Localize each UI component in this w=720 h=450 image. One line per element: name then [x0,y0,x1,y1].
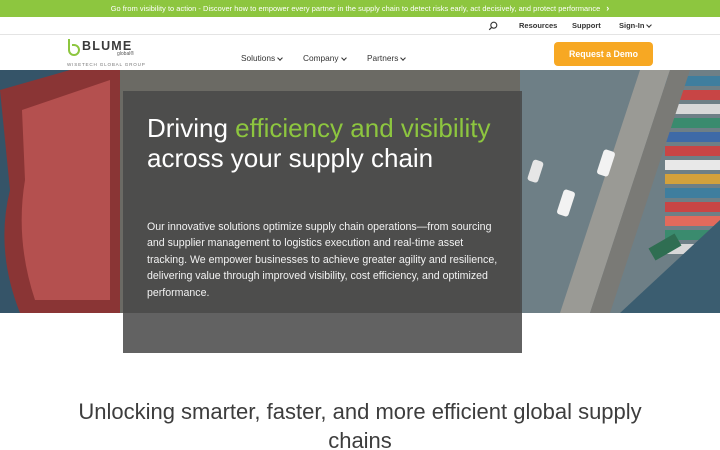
signin-menu[interactable]: Sign-In [619,21,653,30]
signin-label: Sign-In [619,21,645,30]
headline-part-2: across your supply chain [147,143,434,173]
nav-partners-label: Partners [367,53,399,63]
section-title: Unlocking smarter, faster, and more effi… [78,399,642,450]
nav-company[interactable]: Company [303,53,347,63]
nav-company-label: Company [303,53,339,63]
chevron-down-icon [646,21,653,28]
utility-nav: Resources Support Sign-In [0,17,720,35]
request-demo-button[interactable]: Request a Demo [554,42,653,66]
nav-solutions[interactable]: Solutions [241,53,283,63]
search-icon[interactable] [488,21,498,31]
headline-highlight: efficiency and visibility [235,113,491,143]
hero-content-panel: Driving efficiency and visibility across… [123,91,522,353]
chevron-down-icon [340,54,347,61]
resources-link[interactable]: Resources [519,21,557,30]
chevron-down-icon [277,54,283,61]
support-link[interactable]: Support [572,21,601,30]
nav-partners[interactable]: Partners [367,53,407,63]
chevron-down-icon [400,54,407,61]
headline-part-1: Driving [147,113,236,143]
logo-tagline: WISETECH GLOBAL GROUP [67,62,146,67]
blume-leaf-icon [68,39,80,56]
blume-logo[interactable]: BLUME global® WISETECH GLOBAL GROUP [67,38,147,70]
announcement-text[interactable]: Go from visibility to action - Discover … [111,4,601,13]
hero-headline: Driving efficiency and visibility across… [147,113,507,173]
hero-description: Our innovative solutions optimize supply… [147,221,498,299]
nav-solutions-label: Solutions [241,53,276,63]
main-nav: BLUME global® WISETECH GLOBAL GROUP Solu… [0,35,720,70]
announcement-bar[interactable]: Go from visibility to action - Discover … [0,0,720,17]
logo-global: global® [117,51,135,57]
chevron-right-icon[interactable]: › [606,4,609,13]
